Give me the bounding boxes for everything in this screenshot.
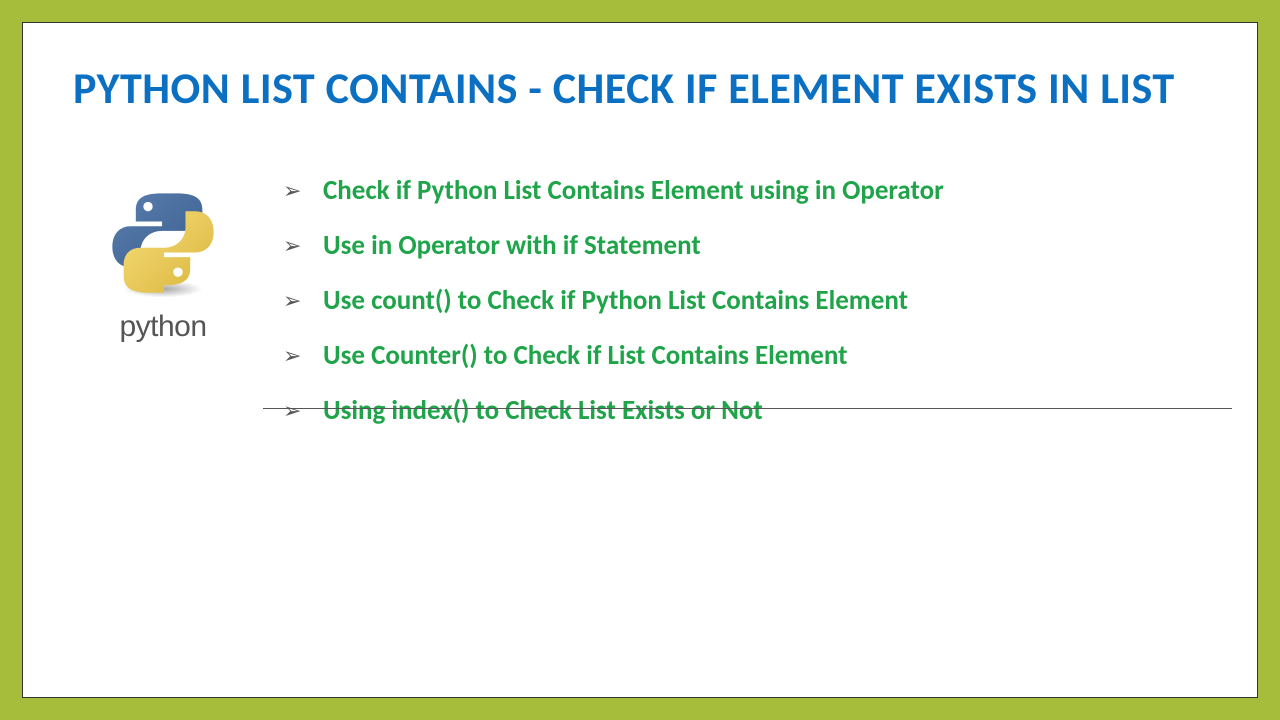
slide-title: PYTHON LIST CONTAINS - CHECK IF ELEMENT … bbox=[73, 63, 1207, 114]
list-item: ➢ Use in Operator with if Statement bbox=[283, 229, 1207, 262]
chevron-right-icon: ➢ bbox=[283, 397, 303, 424]
python-logo-icon bbox=[103, 184, 223, 304]
python-logo-text: python bbox=[119, 310, 206, 344]
list-item-text: Use Counter() to Check if List Contains … bbox=[323, 339, 848, 372]
list-item-text: Check if Python List Contains Element us… bbox=[323, 174, 944, 207]
chevron-right-icon: ➢ bbox=[283, 287, 303, 314]
list-item-text: Using index() to Check List Exists or No… bbox=[323, 394, 763, 427]
chevron-right-icon: ➢ bbox=[283, 177, 303, 204]
python-logo-block: python bbox=[73, 184, 253, 344]
list-item: ➢ Use Counter() to Check if List Contain… bbox=[283, 339, 1207, 372]
list-item-text: Use in Operator with if Statement bbox=[323, 229, 701, 262]
list-item: ➢ Using index() to Check List Exists or … bbox=[283, 394, 1207, 427]
horizontal-divider bbox=[263, 408, 1232, 409]
list-item: ➢ Check if Python List Contains Element … bbox=[283, 174, 1207, 207]
chevron-right-icon: ➢ bbox=[283, 342, 303, 369]
list-item-text: Use count() to Check if Python List Cont… bbox=[323, 284, 908, 317]
chevron-right-icon: ➢ bbox=[283, 232, 303, 259]
list-item: ➢ Use count() to Check if Python List Co… bbox=[283, 284, 1207, 317]
slide-card: PYTHON LIST CONTAINS - CHECK IF ELEMENT … bbox=[22, 22, 1258, 698]
